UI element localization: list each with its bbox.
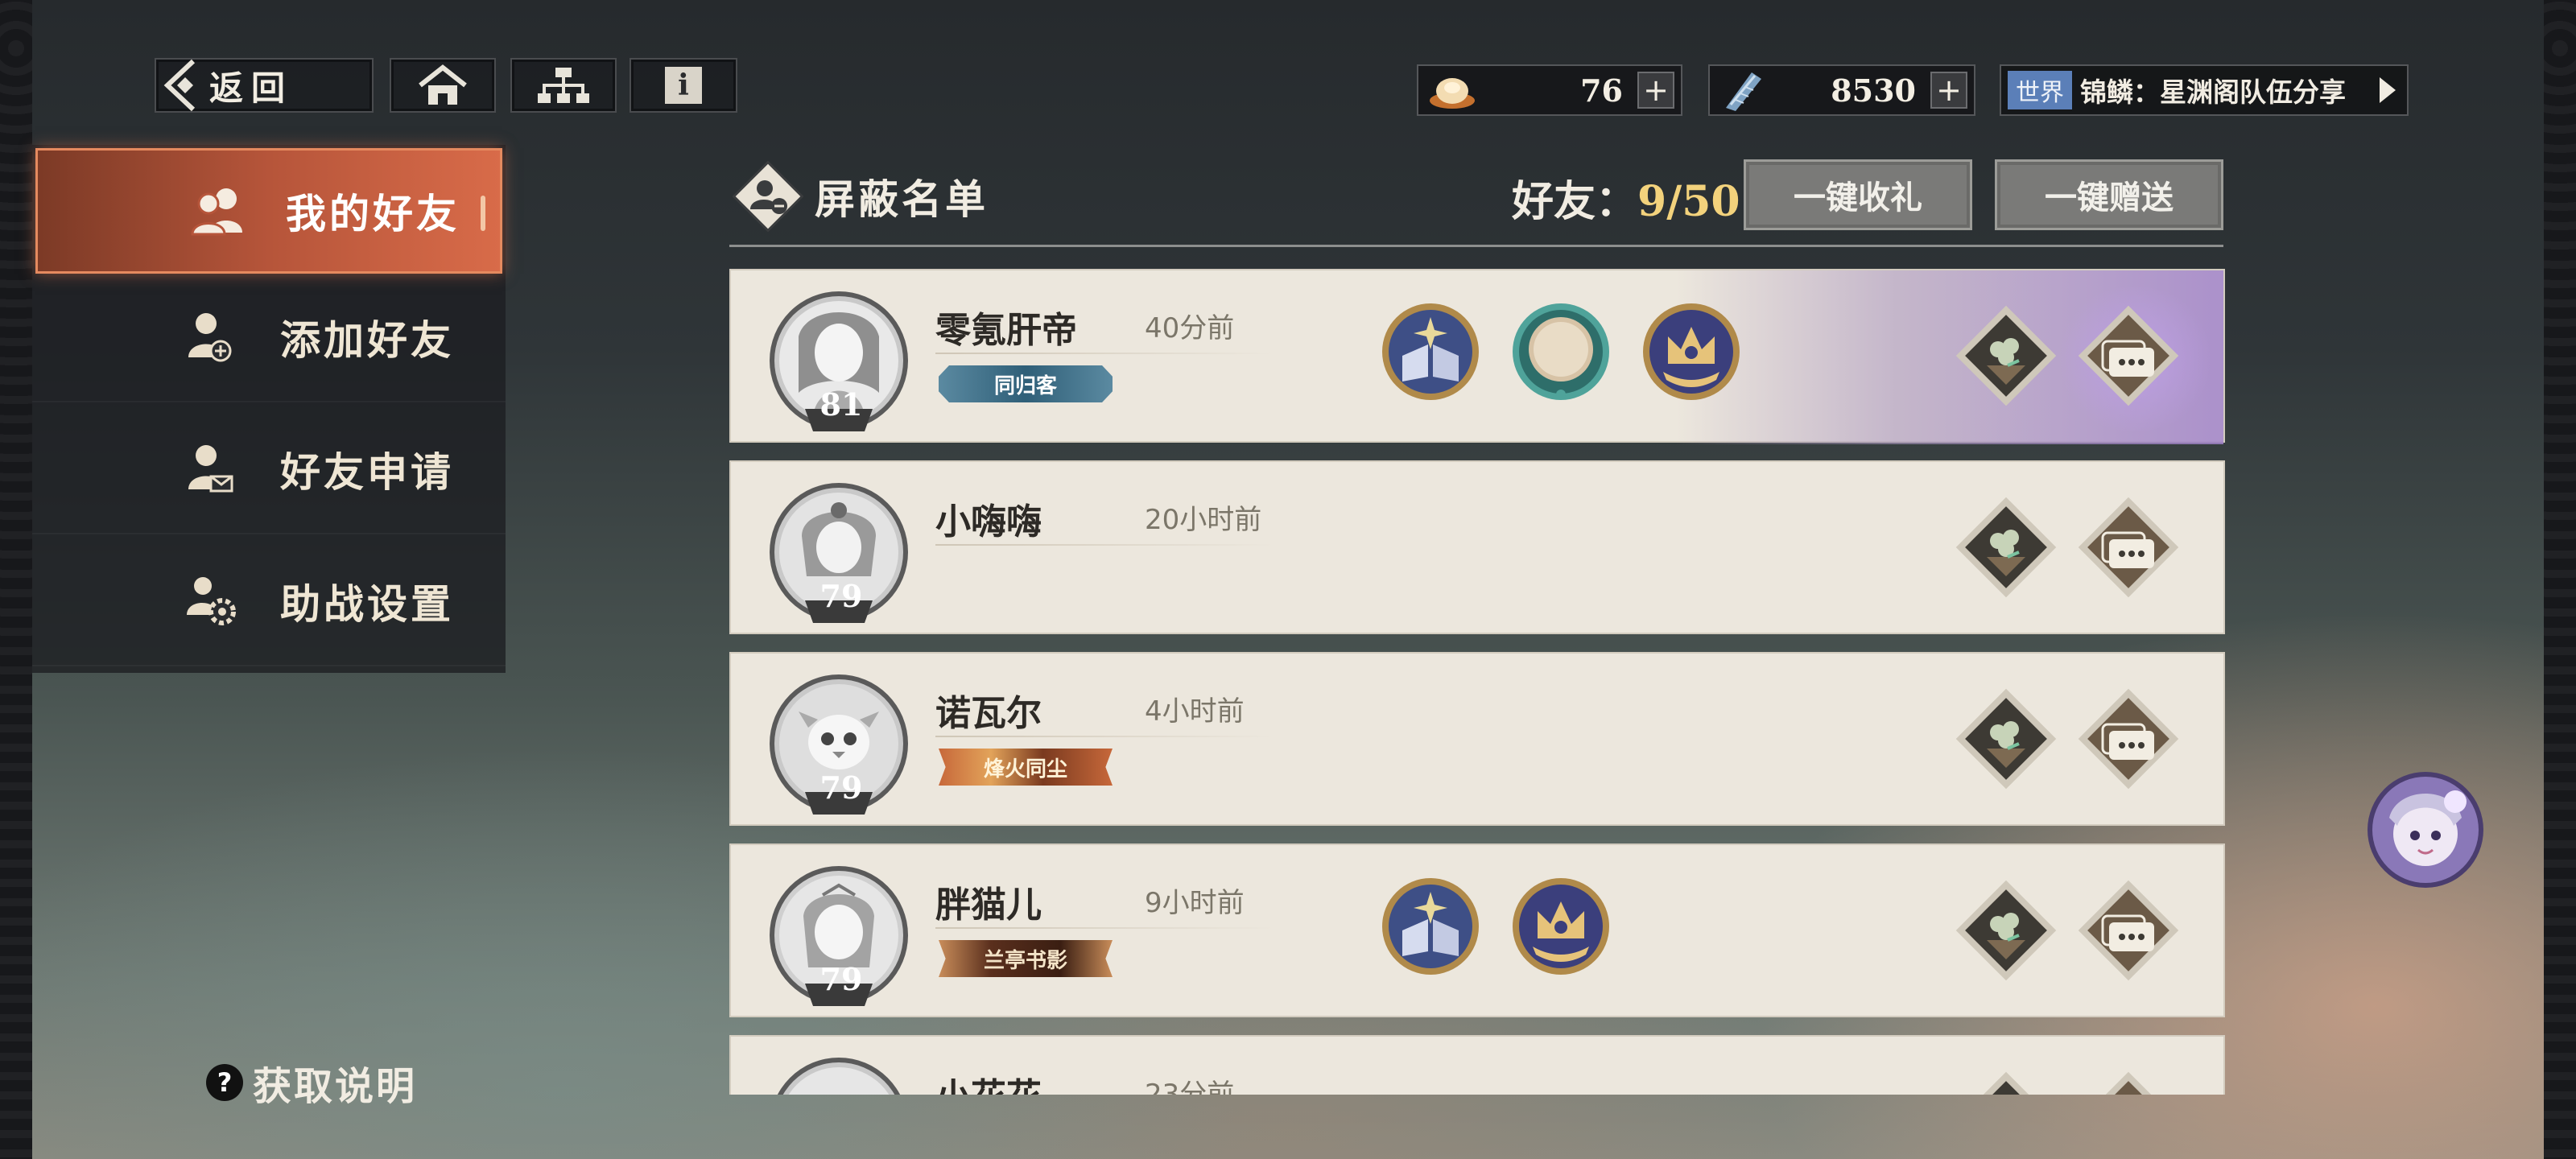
send-gift-button[interactable] — [1951, 684, 2061, 794]
friend-row[interactable]: 79 小嗨嗨 20小时前 — [729, 460, 2225, 634]
feather-currency-icon — [1726, 72, 1761, 111]
crown-badge-icon[interactable] — [1509, 874, 1613, 979]
friend-last-online: 23分前 — [1145, 1079, 1235, 1095]
back-button[interactable]: 返回 — [155, 58, 374, 113]
name-underline — [935, 736, 1274, 737]
chat-button[interactable] — [2074, 301, 2183, 410]
back-arrow-icon — [163, 59, 196, 112]
home-icon — [419, 64, 467, 105]
help-label: 获取说明 — [253, 1064, 418, 1109]
friend-count: 好友：9/50 — [1512, 167, 1740, 228]
friend-name: 小嗨嗨 — [935, 501, 1042, 542]
send-gift-button[interactable] — [1951, 876, 2061, 985]
friend-title-tag: 同归客 — [939, 365, 1113, 402]
friend-row[interactable]: 81 零氪肝帝 40分前 同归客 — [729, 269, 2225, 444]
friend-row[interactable]: 小花花 23分前 — [729, 1035, 2225, 1095]
right-frame-edge — [2544, 0, 2576, 1159]
bun-currency-icon — [1430, 78, 1475, 109]
friend-name: 诺瓦尔 — [935, 693, 1042, 734]
chat-message: 锦鳞：星渊阁队伍分享 — [2080, 76, 2346, 108]
sidebar: 我的好友 添加好友 好友申请 助战设置 — [32, 145, 506, 673]
sidebar-item-friend-requests[interactable]: 好友申请 — [32, 406, 506, 534]
block-list-icon[interactable] — [733, 161, 803, 232]
book-badge-icon[interactable] — [1378, 874, 1483, 979]
currency-bun-display: 76 + — [1417, 64, 1682, 116]
name-underline — [935, 353, 1274, 354]
info-button[interactable]: i — [630, 58, 737, 113]
friend-last-online: 9小时前 — [1145, 887, 1245, 919]
sidebar-item-label: 添加好友 — [280, 316, 454, 364]
crown-badge-icon[interactable] — [1639, 299, 1744, 404]
friend-level: 79 — [819, 961, 863, 997]
friend-name: 零氪肝帝 — [935, 310, 1077, 351]
friend-last-online: 40分前 — [1145, 312, 1235, 344]
friend-name: 胖猫儿 — [935, 885, 1042, 926]
sidebar-item-add-friend[interactable]: 添加好友 — [32, 274, 506, 402]
chat-button[interactable] — [2074, 493, 2183, 602]
sidebar-item-label: 助战设置 — [280, 580, 454, 628]
hierarchy-button[interactable] — [510, 58, 617, 113]
friend-last-online: 20小时前 — [1145, 504, 1262, 536]
add-bun-button[interactable]: + — [1637, 72, 1674, 109]
friend-count-label: 好友： — [1512, 177, 1638, 226]
left-frame-edge — [0, 0, 32, 1159]
chat-channel-tag: 世界 — [2008, 71, 2072, 109]
assistant-avatar-button[interactable] — [2365, 769, 2486, 890]
friend-title-tag: 烽火同尘 — [939, 749, 1113, 786]
header-divider — [729, 245, 2223, 247]
question-icon: ? — [206, 1064, 243, 1101]
chat-button[interactable] — [2074, 1067, 2183, 1095]
page-title: 屏蔽名单 — [815, 175, 989, 223]
info-icon: i — [665, 67, 702, 104]
hierarchy-icon — [538, 68, 589, 103]
friend-count-value: 9/50 — [1637, 177, 1740, 226]
add-friend-icon — [188, 313, 232, 362]
sidebar-item-label: 我的好友 — [286, 190, 460, 237]
support-settings-icon — [187, 577, 236, 625]
world-chat-ticker[interactable]: 世界 锦鳞：星渊阁队伍分享 — [2000, 64, 2409, 116]
back-label: 返回 — [209, 68, 294, 108]
chat-button[interactable] — [2074, 684, 2183, 794]
sidebar-item-label: 好友申请 — [280, 448, 454, 496]
send-gift-button[interactable] — [1951, 493, 2061, 602]
chat-expand-icon — [2380, 77, 2396, 103]
friend-level: 81 — [819, 386, 863, 423]
sidebar-item-support-settings[interactable]: 助战设置 — [32, 538, 506, 666]
friend-list[interactable]: 81 零氪肝帝 40分前 同归客 79 小嗨嗨 20小时前 79 诺瓦尔 4小时… — [729, 269, 2225, 1095]
home-button[interactable] — [390, 58, 496, 113]
friend-last-online: 4小时前 — [1145, 695, 1245, 728]
friend-avatar[interactable] — [766, 1054, 911, 1095]
help-info-button[interactable]: ? 获取说明 — [206, 1054, 417, 1111]
sidebar-item-my-friends[interactable]: 我的好友 — [35, 148, 502, 274]
collect-all-gifts-button[interactable]: 一键收礼 — [1744, 159, 1972, 230]
game-scene: 返回 i 76 + 8530 + 世界 锦鳞：星渊阁队伍分享 我的好友 添加好友… — [0, 0, 2576, 1159]
friend-request-icon — [188, 445, 233, 493]
currency-bun-value: 76 — [1580, 72, 1623, 109]
send-gift-button[interactable] — [1951, 301, 2061, 410]
friends-icon — [191, 188, 242, 236]
chat-button[interactable] — [2074, 876, 2183, 985]
friend-row[interactable]: 79 胖猫儿 9小时前 兰亭书影 — [729, 843, 2225, 1017]
add-feather-button[interactable]: + — [1930, 72, 1967, 109]
book-badge-icon[interactable] — [1378, 299, 1483, 404]
currency-feather-value: 8530 — [1831, 72, 1916, 109]
drum-badge-icon[interactable] — [1509, 299, 1613, 404]
friend-row[interactable]: 79 诺瓦尔 4小时前 烽火同尘 — [729, 652, 2225, 826]
friend-name: 小花花 — [935, 1067, 1042, 1095]
friend-level: 79 — [819, 769, 863, 806]
name-underline — [935, 544, 1274, 546]
currency-feather-display: 8530 + — [1708, 64, 1975, 116]
friend-level: 79 — [819, 578, 863, 614]
send-gift-button[interactable] — [1951, 1067, 2061, 1095]
friend-title-tag: 兰亭书影 — [939, 940, 1113, 977]
name-underline — [935, 927, 1274, 929]
send-all-gifts-button[interactable]: 一键赠送 — [1995, 159, 2223, 230]
